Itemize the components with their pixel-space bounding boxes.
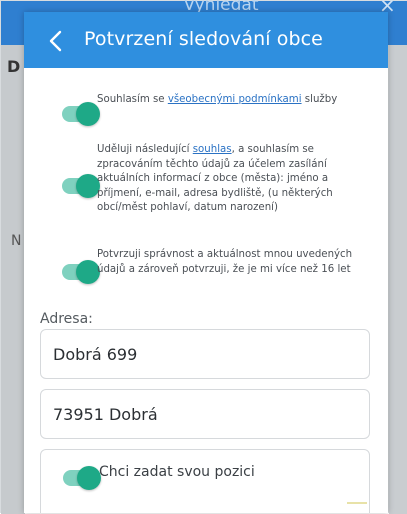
consent-link[interactable]: souhlas xyxy=(193,144,232,155)
position-label: Chci zadat svou pozici xyxy=(99,464,255,480)
consent-text: služby xyxy=(301,94,338,105)
age-confirmation-toggle[interactable] xyxy=(62,260,100,284)
address-label: Adresa: xyxy=(40,311,93,327)
position-toggle[interactable] xyxy=(63,466,101,490)
background-left-strip xyxy=(1,45,25,514)
follow-municipality-dialog: Potvrzení sledování obce Souhlasím se vš… xyxy=(24,12,388,513)
background-letter: N xyxy=(11,233,22,249)
position-section: Chci zadat svou pozici xyxy=(40,449,370,513)
dialog-title: Potvrzení sledování obce xyxy=(84,28,323,50)
terms-link[interactable]: všeobecnými podmínkami xyxy=(168,94,302,105)
street-address-field[interactable]: Dobrá 699 xyxy=(40,329,370,379)
toggle-knob xyxy=(77,466,101,490)
city-address-field[interactable]: 73951 Dobrá xyxy=(40,389,370,439)
background-right-strip xyxy=(389,45,407,514)
terms-consent-toggle[interactable] xyxy=(62,102,100,126)
data-processing-consent-toggle[interactable] xyxy=(62,174,100,198)
consent-text: Uděluji následující xyxy=(97,144,193,155)
data-processing-consent-text: Uděluji následující souhlas, a souhlasím… xyxy=(97,143,369,216)
consent-text: Souhlasím se xyxy=(97,94,168,105)
age-confirmation-text: Potvrzuji správnost a aktuálnost mnou uv… xyxy=(97,249,353,275)
chevron-left-icon[interactable] xyxy=(44,28,70,54)
map-edge xyxy=(347,502,367,504)
background-letter: D xyxy=(7,57,21,76)
terms-consent-text: Souhlasím se všeobecnými podmínkami služ… xyxy=(97,93,367,108)
dialog-header: Potvrzení sledování obce xyxy=(24,12,388,68)
